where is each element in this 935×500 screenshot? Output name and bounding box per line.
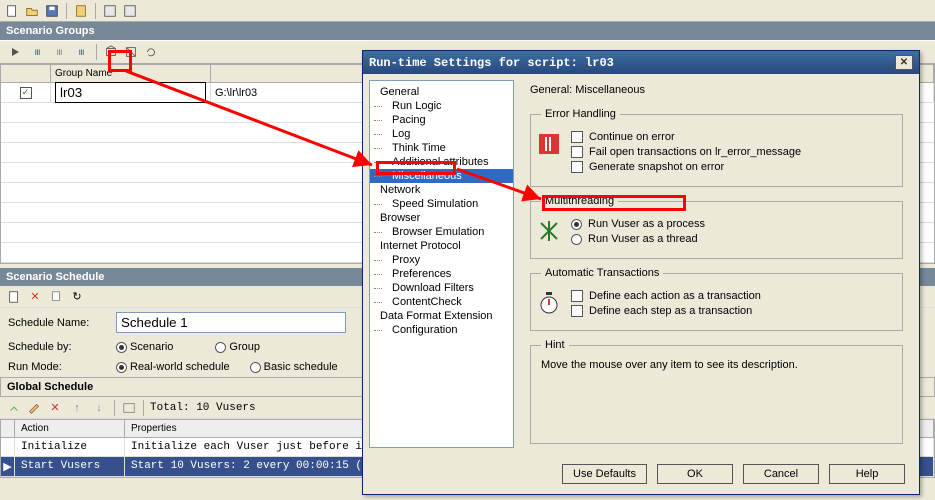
auto-trans-group: Automatic Transactions Define each actio… bbox=[530, 267, 903, 331]
radio-group[interactable]: Group bbox=[215, 341, 260, 353]
scenario-groups-title: Scenario Groups bbox=[0, 22, 935, 40]
run-mode-label: Run Mode: bbox=[8, 361, 104, 373]
tree-browser[interactable]: Browser bbox=[370, 211, 513, 225]
radio-thread[interactable] bbox=[571, 234, 582, 245]
tree-prefs[interactable]: Preferences bbox=[370, 267, 513, 281]
tree-content[interactable]: ContentCheck bbox=[370, 295, 513, 309]
sched-delete-icon[interactable]: ✕ bbox=[26, 288, 44, 306]
tree-proxy[interactable]: Proxy bbox=[370, 253, 513, 267]
sched-refresh-icon[interactable]: ↻ bbox=[68, 288, 86, 306]
group-name-input[interactable] bbox=[55, 82, 206, 103]
gs-edit-icon[interactable] bbox=[26, 400, 42, 416]
error-handling-group: Error Handling Continue on error Fail op… bbox=[530, 108, 903, 187]
tool2-icon[interactable] bbox=[122, 3, 138, 19]
tree-speed[interactable]: Speed Simulation bbox=[370, 197, 513, 211]
gs-total-text: Total: 10 Vusers bbox=[150, 402, 256, 414]
schedule-by-label: Schedule by: bbox=[8, 341, 104, 353]
tree-run-logic[interactable]: Run Logic bbox=[370, 99, 513, 113]
gs-del-icon[interactable]: ✕ bbox=[46, 399, 64, 417]
thread-icon bbox=[537, 219, 561, 243]
tree-dlfilters[interactable]: Download Filters bbox=[370, 281, 513, 295]
vusers-reset-icon[interactable]: ııı bbox=[72, 43, 90, 61]
use-defaults-button[interactable]: Use Defaults bbox=[562, 464, 647, 484]
multithreading-group: Multithreading Run Vuser as a process Ru… bbox=[530, 195, 903, 259]
chk-continue[interactable] bbox=[571, 131, 583, 143]
radio-process[interactable] bbox=[571, 219, 582, 230]
play-icon[interactable] bbox=[6, 43, 24, 61]
row-checkbox[interactable] bbox=[20, 87, 32, 99]
save-icon[interactable] bbox=[44, 3, 60, 19]
app-toolbar bbox=[0, 0, 935, 22]
tree-additional[interactable]: Additional attributes bbox=[370, 155, 513, 169]
gs-add-icon[interactable] bbox=[6, 400, 22, 416]
dialog-titlebar[interactable]: Run-time Settings for script: lr03 ✕ bbox=[363, 51, 919, 74]
tree-general[interactable]: General bbox=[370, 85, 513, 99]
col-action[interactable]: Action bbox=[15, 420, 125, 437]
tree-dfe[interactable]: Data Format Extension bbox=[370, 309, 513, 323]
stopwatch-icon bbox=[537, 291, 561, 315]
radio-realworld[interactable]: Real-world schedule bbox=[116, 361, 230, 373]
refresh-group-icon[interactable] bbox=[143, 44, 159, 60]
hint-text: Move the mouse over any item to see its … bbox=[541, 359, 892, 371]
tree-browser-em[interactable]: Browser Emulation bbox=[370, 225, 513, 239]
vusers-run-icon[interactable]: ııı bbox=[28, 43, 46, 61]
vusers-stop-icon[interactable]: ııı bbox=[50, 43, 68, 61]
sched-new-icon[interactable] bbox=[6, 289, 22, 305]
remove-group-icon[interactable] bbox=[123, 44, 139, 60]
chk-trans-step[interactable] bbox=[571, 305, 583, 317]
tree-miscellaneous[interactable]: Miscellaneous bbox=[370, 169, 513, 183]
ok-button[interactable]: OK bbox=[657, 464, 733, 484]
radio-basic[interactable]: Basic schedule bbox=[250, 361, 338, 373]
gs-down-icon[interactable]: ↓ bbox=[90, 399, 108, 417]
settings-tree[interactable]: General Run Logic Pacing Log Think Time … bbox=[369, 80, 514, 448]
tree-pacing[interactable]: Pacing bbox=[370, 113, 513, 127]
radio-scenario[interactable]: Scenario bbox=[116, 341, 173, 353]
tree-internet[interactable]: Internet Protocol bbox=[370, 239, 513, 253]
chk-trans-action[interactable] bbox=[571, 290, 583, 302]
hint-group: Hint Move the mouse over any item to see… bbox=[530, 339, 903, 444]
tree-config[interactable]: Configuration bbox=[370, 323, 513, 337]
tree-network[interactable]: Network bbox=[370, 183, 513, 197]
new-icon[interactable] bbox=[4, 3, 20, 19]
add-group-icon[interactable] bbox=[103, 44, 119, 60]
open-icon[interactable] bbox=[24, 3, 40, 19]
tree-think-time[interactable]: Think Time bbox=[370, 141, 513, 155]
tool1-icon[interactable] bbox=[102, 3, 118, 19]
gs-up-icon[interactable]: ↑ bbox=[68, 399, 86, 417]
chk-fail-open[interactable] bbox=[571, 146, 583, 158]
pane-title: General: Miscellaneous bbox=[530, 84, 903, 96]
chk-snapshot[interactable] bbox=[571, 161, 583, 173]
schedule-name-label: Schedule Name: bbox=[8, 317, 104, 329]
gs-cols-icon[interactable] bbox=[121, 400, 137, 416]
tree-log[interactable]: Log bbox=[370, 127, 513, 141]
sched-copy-icon[interactable] bbox=[48, 289, 64, 305]
cancel-button[interactable]: Cancel bbox=[743, 464, 819, 484]
error-icon bbox=[537, 132, 561, 156]
schedule-name-input[interactable] bbox=[116, 312, 346, 333]
col-group-name[interactable]: Group Name bbox=[51, 65, 211, 82]
runtime-settings-dialog: Run-time Settings for script: lr03 ✕ Gen… bbox=[362, 50, 920, 495]
settings-pane: General: Miscellaneous Error Handling Co… bbox=[520, 80, 913, 448]
book-icon[interactable] bbox=[73, 3, 89, 19]
dialog-title-text: Run-time Settings for script: lr03 bbox=[369, 56, 614, 70]
help-button[interactable]: Help bbox=[829, 464, 905, 484]
close-icon[interactable]: ✕ bbox=[895, 55, 913, 70]
